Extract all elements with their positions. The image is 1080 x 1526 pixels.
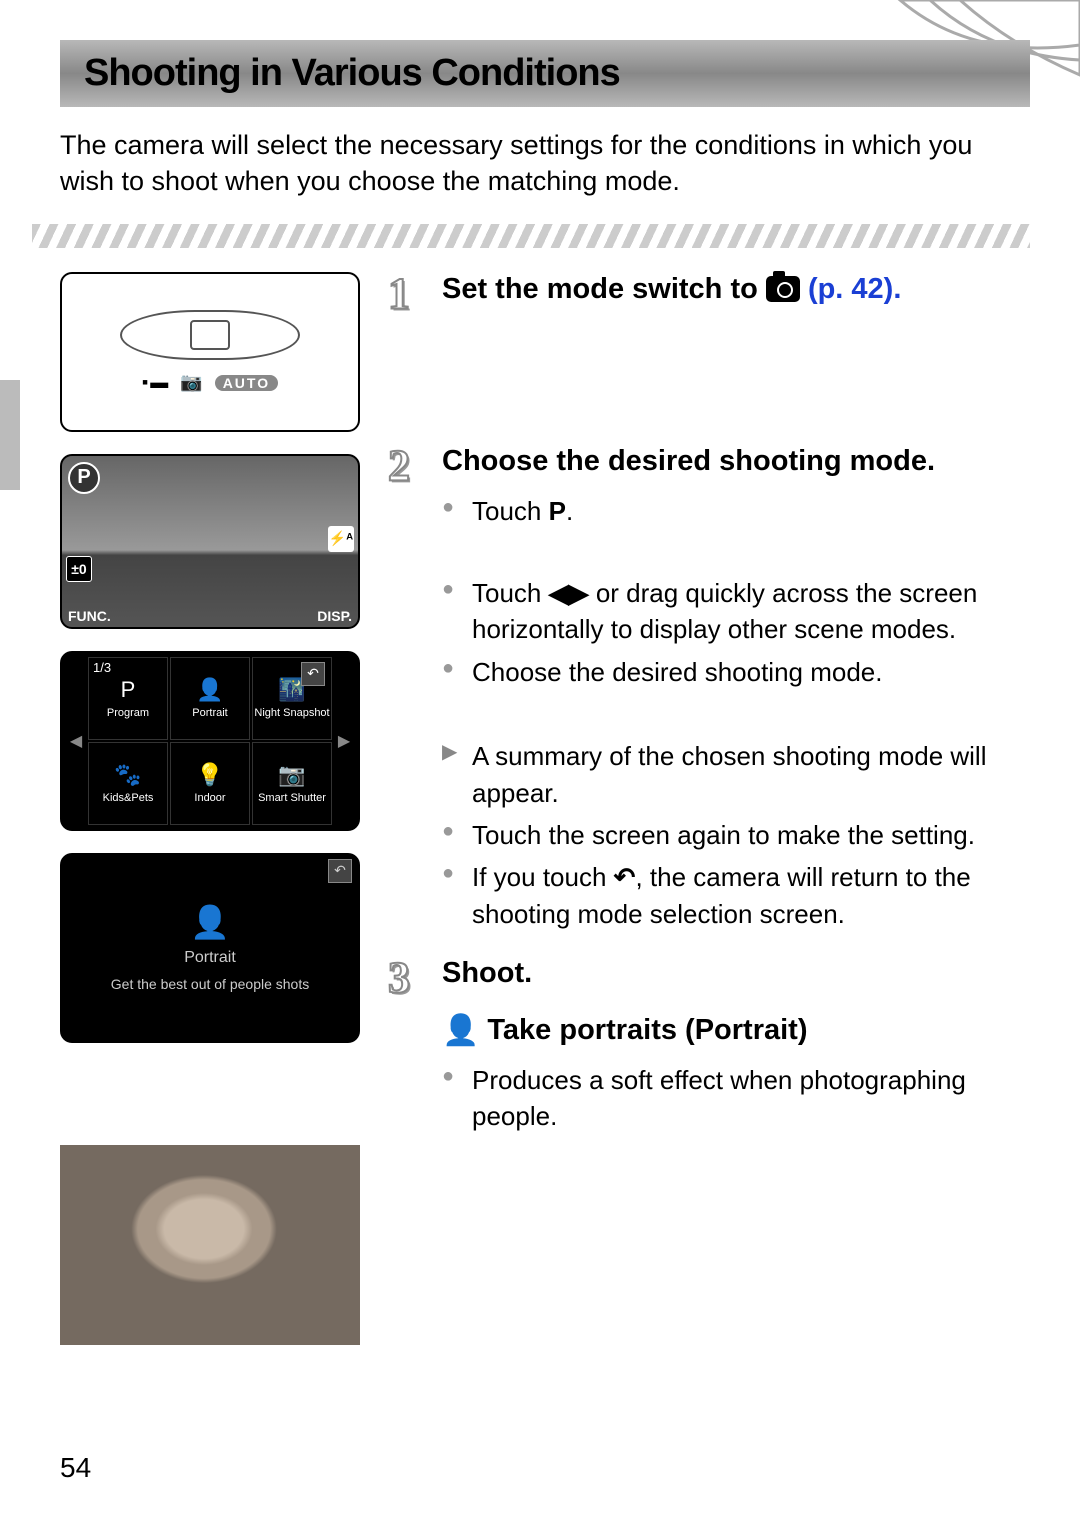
portrait-summary-screenshot: ↶ 👤 Portrait Get the best out of people … <box>60 853 360 1043</box>
step-2-bullet-5: Touch the screen again to make the setti… <box>442 817 1030 853</box>
movie-icon: ▪▬ <box>142 372 170 393</box>
step-number: 1 <box>388 272 428 316</box>
step-2-bullet-3: Choose the desired shooting mode. <box>442 654 1030 690</box>
divider <box>32 224 1030 248</box>
p-icon: P <box>549 496 566 526</box>
step-number: 3 <box>388 956 428 1000</box>
grid-left-arrow-icon: ◀ <box>66 657 86 825</box>
step-2-bullet-1: Touch P. <box>442 493 1030 529</box>
ev-label: ±0 <box>66 556 92 582</box>
portrait-title: Portrait <box>184 949 236 967</box>
disp-label: DISP. <box>317 608 352 624</box>
camera-mode-icon <box>766 276 800 302</box>
grid-cell-night: ↶ 🌃 Night Snapshot <box>252 657 332 740</box>
live-view-screenshot: P ⚡ᴬ ±0 FUNC. DISP. <box>60 454 360 629</box>
auto-badge: AUTO <box>215 375 278 391</box>
return-glyph-icon: ↶ <box>614 862 636 892</box>
step-2-bullet-6: If you touch ↶, the camera will return t… <box>442 859 1030 932</box>
step-3: 3 Shoot. 👤 Take portraits (Portrait) Pro… <box>388 956 1030 1141</box>
section-header: Shooting in Various Conditions <box>60 40 1030 107</box>
step-1: 1 Set the mode switch to (p. 42). <box>388 272 1030 316</box>
instructions-column: 1 Set the mode switch to (p. 42). 2 Choo… <box>388 272 1030 1345</box>
flash-icon: ⚡ᴬ <box>328 526 354 552</box>
sample-portrait-photo <box>60 1145 360 1345</box>
portrait-desc: Get the best out of people shots <box>111 975 309 993</box>
return-icon: ↶ <box>328 859 352 883</box>
step-1-title: Set the mode switch to (p. 42). <box>442 272 1030 307</box>
step-2-bullet-2: Touch ◀▶ or drag quickly across the scre… <box>442 575 1030 648</box>
mode-grid-screenshot: ◀ 1/3 P Program 👤 Portrait ↶ 🌃 Night Sna… <box>60 651 360 831</box>
grid-right-arrow-icon: ▶ <box>334 657 354 825</box>
mode-dial-illustration: ▪▬ 📷 AUTO <box>60 272 360 432</box>
portrait-icon: 👤 <box>190 903 230 941</box>
step-number: 2 <box>388 444 428 488</box>
grid-cell-indoor: 💡 Indoor <box>170 742 250 825</box>
illustration-column: ▪▬ 📷 AUTO P ⚡ᴬ ±0 FUNC. DISP. ◀ 1/3 P Pr… <box>60 272 360 1345</box>
page-number: 54 <box>60 1452 91 1484</box>
portrait-mode-icon: 👤 <box>442 1013 479 1048</box>
step-3-title: Shoot. <box>442 956 1030 991</box>
step-2-title: Choose the desired shooting mode. <box>442 444 1030 479</box>
step-2: 2 Choose the desired shooting mode. Touc… <box>388 444 1030 938</box>
return-icon: ↶ <box>301 662 325 686</box>
camera-icon: 📷 <box>180 372 204 393</box>
portrait-subheading: 👤 Take portraits (Portrait) <box>442 1013 1030 1048</box>
portrait-bullet: Produces a soft effect when photographin… <box>442 1062 1030 1135</box>
grid-cell-program: 1/3 P Program <box>88 657 168 740</box>
page-reference: (p. 42). <box>808 273 901 305</box>
intro-paragraph: The camera will select the necessary set… <box>60 127 1030 200</box>
step-2-bullet-4: A summary of the chosen shooting mode wi… <box>442 738 1030 811</box>
side-tab <box>0 380 20 490</box>
grid-cell-smart: 📷 Smart Shutter <box>252 742 332 825</box>
grid-cell-portrait: 👤 Portrait <box>170 657 250 740</box>
grid-cell-kids: 🐾 Kids&Pets <box>88 742 168 825</box>
left-right-arrow-icon: ◀▶ <box>549 575 589 611</box>
grid-page-indicator: 1/3 <box>93 660 111 675</box>
p-mode-badge: P <box>68 462 100 494</box>
section-title: Shooting in Various Conditions <box>84 52 1006 95</box>
func-label: FUNC. <box>68 608 111 624</box>
